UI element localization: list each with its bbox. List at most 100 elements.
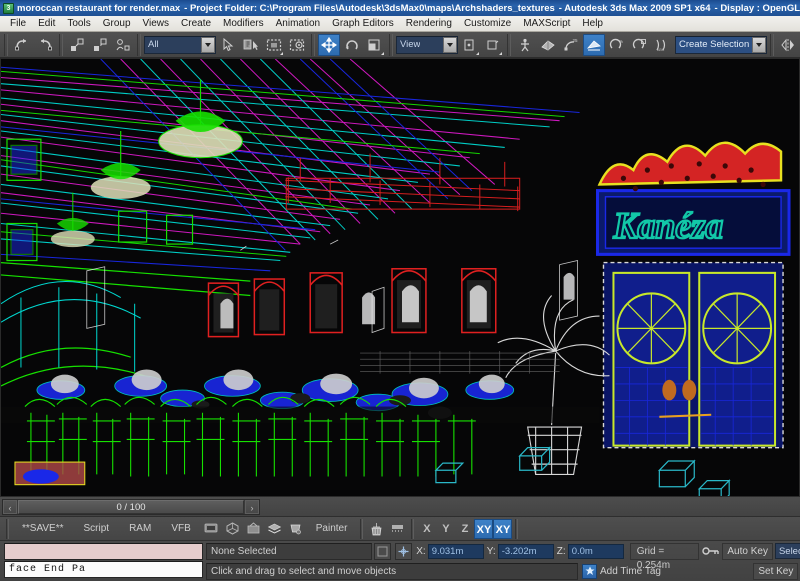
main-toolbar: All View 25 % ABC Create Selection xyxy=(0,32,800,58)
angle-snap-toggle-icon[interactable]: 25 xyxy=(560,34,582,56)
title-project-folder: - Project Folder: C:\Program Files\Autod… xyxy=(184,2,555,14)
select-and-uniform-scale-icon[interactable] xyxy=(364,34,386,56)
restrict-to-x-button[interactable]: X xyxy=(417,519,436,539)
render-layers-icon[interactable] xyxy=(264,519,285,539)
restrict-to-z-button[interactable]: Z xyxy=(455,519,474,539)
prompt-line: Click and drag to select and move object… xyxy=(206,562,578,580)
menu-tools[interactable]: Tools xyxy=(61,17,96,30)
render-bucket-icon[interactable] xyxy=(285,519,306,539)
menu-graph-editors[interactable]: Graph Editors xyxy=(326,17,400,30)
toolbar-divider xyxy=(360,518,364,539)
toolbar-divider xyxy=(4,33,8,56)
render-preview-icon[interactable] xyxy=(243,519,264,539)
add-time-tag-group[interactable]: Add Time Tag xyxy=(582,563,661,579)
menu-modifiers[interactable]: Modifiers xyxy=(217,17,270,30)
reference-coordinate-system-combo[interactable]: View xyxy=(396,35,458,54)
toolbar-divider xyxy=(137,33,141,56)
ram-button[interactable]: RAM xyxy=(119,523,161,534)
maxscript-input-line[interactable]: face End Pa xyxy=(4,561,203,578)
bind-to-space-warp-icon[interactable] xyxy=(112,34,134,56)
select-and-link-icon[interactable] xyxy=(66,34,88,56)
add-time-tag-label[interactable]: Add Time Tag xyxy=(600,566,661,577)
coordinate-x-value[interactable]: 9.031m xyxy=(427,543,484,559)
script-button[interactable]: Script xyxy=(74,523,120,534)
coordinate-x[interactable]: X: 9.031m xyxy=(416,543,484,559)
menu-create[interactable]: Create xyxy=(175,17,217,30)
menu-group[interactable]: Group xyxy=(97,17,137,30)
save-button[interactable]: **SAVE** xyxy=(12,523,74,534)
set-key-button[interactable]: Set Key xyxy=(753,562,799,580)
snap-options-icon[interactable] xyxy=(387,519,408,539)
animation-key-controls-bottom: Set Key Key Filters... 0 xyxy=(750,562,800,580)
select-by-name-icon[interactable] xyxy=(240,34,262,56)
title-filename: moroccan restaurant for render.max xyxy=(17,2,181,14)
toolbar-divider xyxy=(59,33,63,56)
chevron-down-icon[interactable] xyxy=(752,36,766,53)
chevron-down-icon[interactable] xyxy=(201,36,215,53)
named-selection-set-combo[interactable]: Create Selection Set xyxy=(675,35,767,54)
restrict-to-y-button[interactable]: Y xyxy=(436,519,455,539)
viewport-panel[interactable]: Kanéza xyxy=(0,58,800,497)
chevron-down-icon[interactable] xyxy=(443,36,457,53)
unlink-selection-icon[interactable] xyxy=(89,34,111,56)
snaps-grid-icon[interactable] xyxy=(366,519,387,539)
key-mode-combo[interactable]: Selected xyxy=(774,543,800,559)
menu-file[interactable]: File xyxy=(4,17,32,30)
mirror-icon[interactable] xyxy=(777,34,799,56)
redo-icon[interactable] xyxy=(34,34,56,56)
time-slider-track[interactable]: ‹ 0 / 100 › xyxy=(2,498,260,515)
time-slider-bar: ‹ 0 / 100 › xyxy=(0,497,800,517)
painter-button[interactable]: Painter xyxy=(306,523,358,534)
absolute-relative-toggle-icon[interactable] xyxy=(394,542,412,560)
menu-maxscript[interactable]: MAXScript xyxy=(517,17,576,30)
select-object-icon[interactable] xyxy=(217,34,239,56)
time-slider-prev-arrow[interactable]: ‹ xyxy=(3,499,17,514)
select-and-manipulate-icon[interactable] xyxy=(514,34,536,56)
coordinate-z-label: Z: xyxy=(556,545,566,557)
selection-filter-combo[interactable]: All xyxy=(144,35,216,54)
menu-customize[interactable]: Customize xyxy=(458,17,517,30)
undo-icon[interactable] xyxy=(11,34,33,56)
select-and-move-icon[interactable] xyxy=(318,33,340,56)
menu-edit[interactable]: Edit xyxy=(32,17,61,30)
coordinate-system-value: View xyxy=(400,39,421,50)
auto-key-button[interactable]: Auto Key xyxy=(722,542,773,560)
spinner-snap-toggle-icon[interactable]: % xyxy=(606,34,628,56)
coordinate-z-value[interactable]: 0.0m xyxy=(567,543,624,559)
restrict-to-xy-plane-button[interactable]: XY xyxy=(474,518,494,539)
select-and-rotate-icon[interactable] xyxy=(341,34,363,56)
coordinate-y[interactable]: Y: -3.202m xyxy=(486,543,554,559)
edit-named-selection-sets-icon[interactable] xyxy=(629,34,651,56)
key-mode-value: Selected xyxy=(778,545,800,557)
snaps-toggle-icon[interactable] xyxy=(537,34,559,56)
time-slider-thumb[interactable]: 0 / 100 xyxy=(18,499,244,514)
render-setup-icon[interactable] xyxy=(222,519,243,539)
signage-text: Kanéza xyxy=(612,205,723,246)
track-bar[interactable] xyxy=(260,498,798,516)
menu-animation[interactable]: Animation xyxy=(270,17,326,30)
vfb-button[interactable]: VFB xyxy=(161,523,200,534)
render-frame-window-icon[interactable] xyxy=(201,519,222,539)
named-selection-sets-icon[interactable]: ABC xyxy=(652,34,674,56)
rectangular-selection-region-icon[interactable] xyxy=(263,34,285,56)
viewport-wireframe-scene[interactable]: Kanéza xyxy=(1,59,799,496)
key-lock-icon[interactable] xyxy=(702,543,720,560)
menu-views[interactable]: Views xyxy=(137,17,176,30)
use-pivot-point-center-icon[interactable] xyxy=(459,34,481,56)
flyout-corner-icon xyxy=(499,51,502,55)
status-area: face End Pa None Selected X: 9.031m Y: -… xyxy=(0,541,800,581)
maxscript-mini-listener[interactable]: face End Pa xyxy=(0,541,206,581)
menu-help[interactable]: Help xyxy=(576,17,609,30)
coordinate-y-value[interactable]: -3.202m xyxy=(497,543,554,559)
percent-snap-toggle-icon[interactable] xyxy=(583,33,605,56)
selection-lock-icon[interactable] xyxy=(373,542,391,560)
restrict-to-screen-plane-button[interactable]: XY xyxy=(493,518,513,539)
menu-rendering[interactable]: Rendering xyxy=(400,17,458,30)
coordinate-z[interactable]: Z: 0.0m xyxy=(556,543,624,559)
title-bar: 3 moroccan restaurant for render.max - P… xyxy=(0,0,800,16)
selection-lock-toggle-icon[interactable] xyxy=(482,34,504,56)
time-slider-next-arrow[interactable]: › xyxy=(245,499,259,514)
time-tag-icon[interactable] xyxy=(582,563,597,579)
maxscript-output-line[interactable] xyxy=(4,543,203,560)
window-crossing-icon[interactable] xyxy=(286,34,308,56)
